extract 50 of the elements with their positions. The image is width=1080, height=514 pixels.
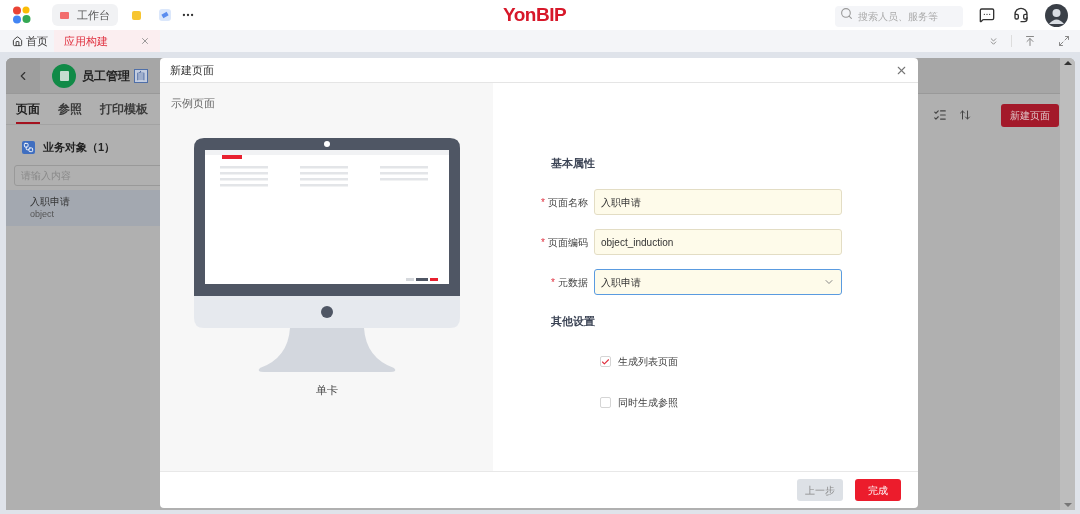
input-field[interactable]: object_induction bbox=[594, 229, 842, 255]
page-tab[interactable]: 首页 bbox=[6, 30, 54, 52]
object-group-icon bbox=[22, 140, 35, 154]
object-name: 入职申请 bbox=[30, 195, 71, 208]
field-label: 页面名称 bbox=[548, 195, 588, 210]
close-icon[interactable] bbox=[140, 36, 150, 46]
checkbox[interactable] bbox=[600, 397, 611, 408]
option-label: 生成列表页面 bbox=[618, 355, 678, 369]
preview-caption: 单卡 bbox=[315, 382, 338, 398]
field-label: 页面编码 bbox=[548, 235, 588, 250]
section-tab[interactable]: 参照 bbox=[58, 100, 82, 124]
option-label: 同时生成参照 bbox=[618, 396, 678, 410]
search-icon bbox=[840, 7, 853, 20]
finish-button[interactable]: 完成 bbox=[855, 479, 901, 501]
search-field[interactable]: 搜索人员、服务等 bbox=[835, 6, 963, 27]
input-field[interactable]: 入职申请 bbox=[594, 189, 842, 215]
required-mark: * bbox=[541, 235, 545, 250]
required-mark: * bbox=[541, 195, 545, 210]
app-icon[interactable] bbox=[159, 9, 171, 21]
brand-logo: YonBIP bbox=[503, 5, 567, 25]
field-label: 元数据 bbox=[558, 275, 588, 290]
section-title: 基本属性 bbox=[551, 156, 596, 171]
app-badge: 自 bbox=[134, 68, 148, 83]
fullscreen-icon[interactable] bbox=[1058, 35, 1070, 47]
upload-icon[interactable] bbox=[1024, 35, 1036, 47]
section-tab[interactable]: 打印模板 bbox=[100, 100, 148, 124]
page-tab[interactable]: 应用构建 bbox=[54, 30, 160, 52]
checkbox[interactable] bbox=[600, 356, 611, 367]
scrollbar[interactable] bbox=[1060, 58, 1075, 510]
section-title: 其他设置 bbox=[551, 314, 596, 329]
list-view-icon[interactable] bbox=[933, 108, 947, 122]
check-icon bbox=[601, 356, 610, 367]
preview-label: 示例页面 bbox=[171, 96, 215, 111]
object-code: object bbox=[30, 208, 56, 220]
workbench-icon bbox=[60, 11, 69, 19]
required-mark: * bbox=[551, 275, 555, 290]
dialog-title: 新建页面 bbox=[170, 62, 214, 78]
sort-icon[interactable] bbox=[959, 108, 971, 122]
object-group-title: 业务对象（1） bbox=[43, 140, 116, 155]
message-icon[interactable] bbox=[979, 7, 995, 23]
workbench-tab[interactable]: 工作台 bbox=[52, 4, 118, 26]
app-title: 员工管理 bbox=[82, 67, 130, 85]
select-field[interactable]: 入职申请 bbox=[594, 269, 842, 295]
app-logo bbox=[52, 63, 76, 88]
logo-icon bbox=[12, 6, 32, 24]
section-tab[interactable]: 页面 bbox=[16, 100, 40, 124]
new-page-button[interactable]: 新建页面 bbox=[1001, 104, 1059, 127]
support-icon[interactable] bbox=[1013, 7, 1029, 23]
home-icon bbox=[12, 35, 23, 47]
user-avatar[interactable] bbox=[1045, 3, 1068, 27]
